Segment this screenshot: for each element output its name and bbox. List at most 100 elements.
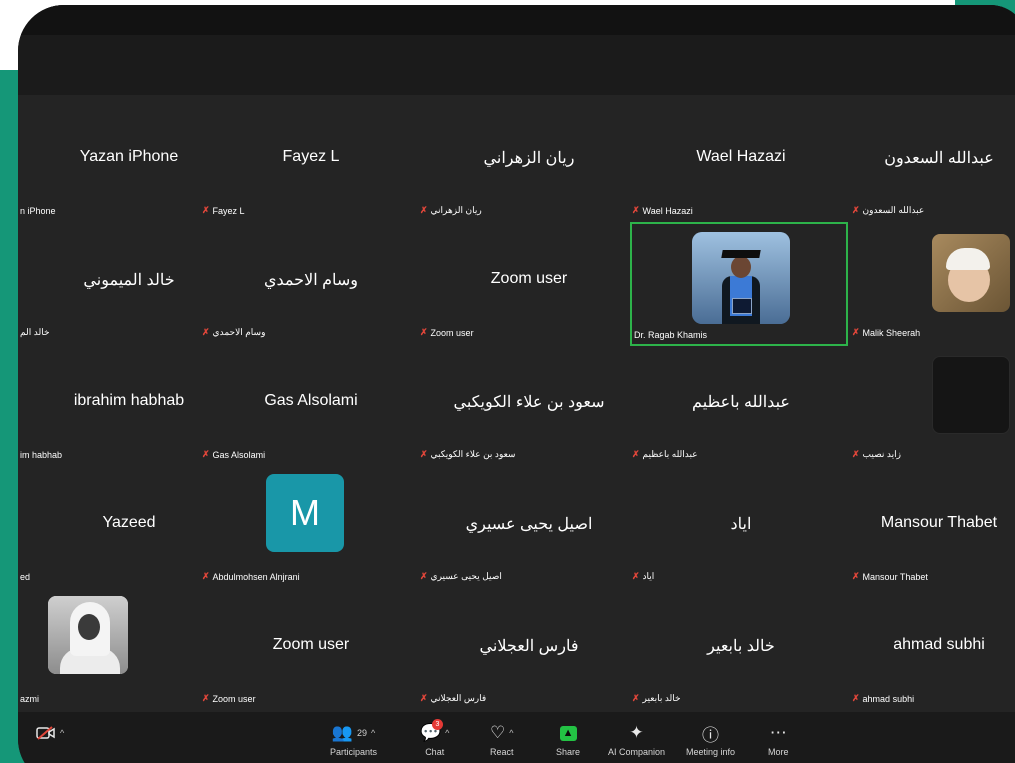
graduate-figure xyxy=(721,250,761,324)
graduation-cap xyxy=(721,250,761,258)
participant-name: Mansour Thabet xyxy=(880,514,998,531)
video-button[interactable]: ^ xyxy=(36,722,64,744)
more-icon-group: ⋯ xyxy=(770,722,787,744)
name-tag: Dr. Ragab Khamis xyxy=(634,330,707,340)
info-icon: ⓘ xyxy=(702,725,720,745)
name-tag-text: اياد xyxy=(642,571,655,581)
mic-muted-icon: ✗ xyxy=(852,327,860,337)
participant-name: ahmad subhi xyxy=(893,636,985,653)
more-button[interactable]: ⋯ More xyxy=(768,722,789,757)
participants-icon-group: 👥 29 ^ xyxy=(332,722,375,744)
name-tag-text: Wael Hazazi xyxy=(642,205,693,216)
participant-tile[interactable]: سعود بن علاء الكويكبي ✗ سعود بن علاء الكو… xyxy=(418,346,640,464)
chat-unread-badge: 3 xyxy=(432,719,443,730)
react-button[interactable]: ♡ ^ React xyxy=(490,722,514,757)
participant-tile[interactable]: اصيل يحيى عسيري ✗ اصيل يحيى عسيري xyxy=(418,468,640,586)
name-tag-text: ed xyxy=(20,572,31,582)
participant-tile[interactable]: وسام الاحمدي ✗ وسام الاحمدي xyxy=(200,224,422,342)
participant-tile[interactable]: ✗ Malik Sheerah xyxy=(850,224,1015,342)
name-tag: ✗ اصيل يحيى عسيري xyxy=(420,571,502,582)
participant-tile[interactable]: عبدالله باعظيم ✗ عبدالله باعظيم xyxy=(630,346,852,464)
name-tag: ✗ Zoom user xyxy=(420,327,474,338)
name-tag-text: عبدالله باعظيم xyxy=(642,449,698,459)
meeting-info-button[interactable]: ⓘ Meeting info xyxy=(686,722,736,758)
mic-muted-icon: ✗ xyxy=(202,205,210,215)
participant-tile[interactable]: Gas Alsolami ✗ Gas Alsolami xyxy=(200,346,422,464)
name-tag-text: Zoom user xyxy=(430,327,474,338)
name-tag-text: Dr. Ragab Khamis xyxy=(634,330,708,340)
name-tag-text: خالد الم xyxy=(20,327,50,337)
participant-tile[interactable]: ريان الزهراني ✗ ريان الزهراني xyxy=(418,102,640,220)
name-tag-text: Abdulmohsen Alnjrani xyxy=(212,571,300,582)
ai-companion-button[interactable]: ✦ AI Companion xyxy=(608,722,665,757)
name-tag-text: Mansour Thabet xyxy=(862,571,928,582)
name-tag-text: عبدالله السعدون xyxy=(862,205,925,215)
participant-name: اياد xyxy=(730,516,752,533)
name-tag: ✗ وسام الاحمدي xyxy=(202,327,265,338)
participants-button[interactable]: 👥 29 ^ Participants xyxy=(330,722,377,757)
active-speaker-tile[interactable]: Dr. Ragab Khamis xyxy=(630,222,848,346)
mic-muted-icon: ✗ xyxy=(852,693,860,703)
react-icon-group: ♡ ^ xyxy=(490,722,513,744)
participant-tile[interactable]: عبدالله السعدون ✗ عبدالله السعدون xyxy=(850,102,1015,220)
ai-icon-group: ✦ xyxy=(629,722,643,744)
mic-muted-icon: ✗ xyxy=(202,571,210,581)
chevron-up-icon[interactable]: ^ xyxy=(60,728,64,738)
name-tag: ✗ زايد نصيب xyxy=(852,449,901,460)
participant-name: عبدالله السعدون xyxy=(884,150,994,167)
chat-icon-group: 💬 3 ^ xyxy=(420,719,449,744)
participant-tile[interactable]: Fayez L ✗ Fayez L xyxy=(200,102,422,220)
title-strip xyxy=(18,5,1015,35)
head xyxy=(731,256,751,278)
name-tag: ✗ فارس العجلاني xyxy=(420,693,486,704)
participant-tile[interactable]: ✗ زايد نصيب xyxy=(850,346,1015,464)
meeting-info-label: Meeting info xyxy=(686,747,736,757)
heart-icon: ♡ xyxy=(490,723,506,742)
mic-muted-icon: ✗ xyxy=(632,449,640,459)
name-tag: ✗ ahmad subhi xyxy=(852,693,914,704)
participants-icon: 👥 xyxy=(331,723,353,742)
name-tag: ✗ Mansour Thabet xyxy=(852,571,928,582)
participant-tile[interactable]: M ✗ Abdulmohsen Alnjrani xyxy=(200,468,422,586)
name-tag-text: ahmad subhi xyxy=(862,693,915,704)
share-button[interactable]: ▲ Share xyxy=(556,722,580,757)
participant-name: Zoom user xyxy=(490,270,568,287)
participant-name: وسام الاحمدي xyxy=(264,272,358,289)
participant-photo xyxy=(48,596,128,674)
chat-button[interactable]: 💬 3 ^ Chat xyxy=(420,719,449,757)
name-tag: ✗ سعود بن علاء الكويكبي xyxy=(420,449,515,460)
name-tag-text: Gas Alsolami xyxy=(212,449,266,460)
participant-name: عبدالله باعظيم xyxy=(692,394,790,411)
participant-tile[interactable]: Zoom user ✗ Zoom user xyxy=(418,224,640,342)
participants-count: 29 xyxy=(356,728,367,738)
name-tag: ✗ Zoom user xyxy=(202,693,256,704)
chevron-up-icon[interactable]: ^ xyxy=(445,728,449,738)
participant-name: Zoom user xyxy=(272,636,350,653)
mic-muted-icon: ✗ xyxy=(202,327,210,337)
participant-tile[interactable]: خالد بابعير ✗ خالد بابعير xyxy=(630,590,852,708)
name-tag-text: فارس العجلاني xyxy=(430,693,487,703)
name-tag: azmi xyxy=(20,694,39,704)
zoom-window: Yazan iPhone n iPhone Fayez L ✗ Fayez L ر… xyxy=(18,5,1015,763)
participant-name: خالد بابعير xyxy=(707,638,775,655)
chevron-up-icon[interactable]: ^ xyxy=(509,728,513,738)
participant-tile[interactable]: Zoom user ✗ Zoom user xyxy=(200,590,422,708)
name-tag-text: خالد بابعير xyxy=(642,693,681,703)
more-icon: ⋯ xyxy=(769,723,787,742)
chevron-up-icon[interactable]: ^ xyxy=(371,728,375,738)
name-tag-text: n iPhone xyxy=(20,206,56,216)
mic-muted-icon: ✗ xyxy=(420,327,428,337)
participant-photo xyxy=(932,356,1010,434)
meeting-toolbar: ^ 👥 29 ^ Participants 💬 3 ^ Chat ♡ ^ Rea… xyxy=(18,712,1015,763)
mic-muted-icon: ✗ xyxy=(632,693,640,703)
name-tag-text: سعود بن علاء الكويكبي xyxy=(430,449,516,459)
name-tag: ✗ Malik Sheerah xyxy=(852,327,920,338)
participant-tile[interactable]: ahmad subhi ✗ ahmad subhi xyxy=(850,590,1015,708)
participant-tile[interactable]: Mansour Thabet ✗ Mansour Thabet xyxy=(850,468,1015,586)
mic-muted-icon: ✗ xyxy=(420,205,428,215)
name-tag: ✗ عبدالله باعظيم xyxy=(632,449,698,460)
participant-tile[interactable]: اياد ✗ اياد xyxy=(630,468,852,586)
participant-tile[interactable]: Wael Hazazi ✗ Wael Hazazi xyxy=(630,102,852,220)
name-tag-text: زايد نصيب xyxy=(862,449,901,459)
participant-tile[interactable]: فارس العجلاني ✗ فارس العجلاني xyxy=(418,590,640,708)
